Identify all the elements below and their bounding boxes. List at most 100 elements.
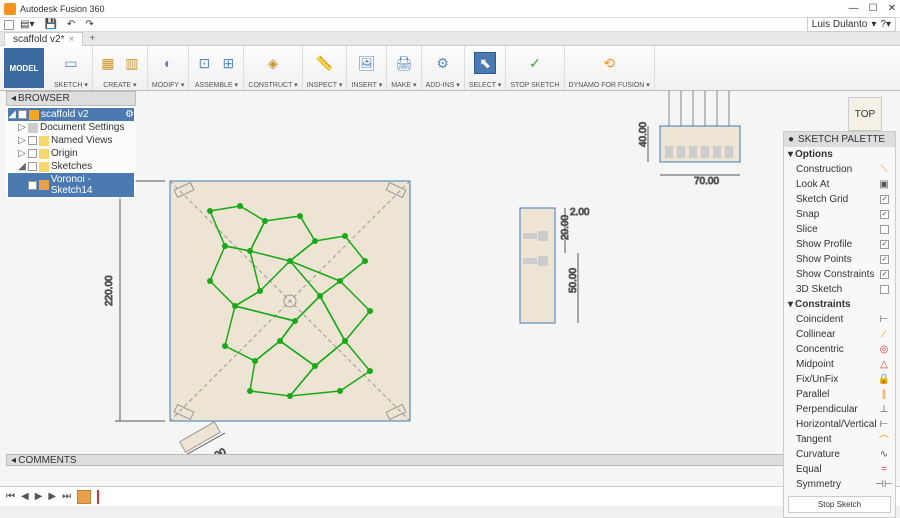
timeline: ⏮ ◀ ▶ ▶ ⏭ ⚙ <box>0 486 900 506</box>
constraint-tangent[interactable]: Tangent⌒ <box>784 432 895 447</box>
ribbon-modify: ◐ MODIFY ▾ <box>148 46 190 90</box>
option-slice[interactable]: Slice <box>784 222 895 237</box>
svg-text:220.00: 220.00 <box>104 275 115 306</box>
ribbon-insert: 🖼 INSERT ▾ <box>347 46 387 90</box>
sketch-icon[interactable]: ▭ <box>60 52 82 74</box>
comments-bar[interactable]: ◂ COMMENTS <box>6 454 894 466</box>
svg-text:50.00: 50.00 <box>568 268 579 293</box>
tree-voronoi-sketch[interactable]: Voronoi - Sketch14 <box>8 173 134 197</box>
constraint-symmetry[interactable]: Symmetry⊣⊢ <box>784 477 895 492</box>
constraint-fix-unfix[interactable]: Fix/UnFix🔒 <box>784 372 895 387</box>
svg-text:20.00: 20.00 <box>560 215 571 240</box>
svg-text:40.00: 40.00 <box>638 122 649 147</box>
timeline-feature-sketch[interactable] <box>77 490 91 504</box>
maximize-button[interactable]: ☐ <box>869 3 878 14</box>
browser-header[interactable]: ◂BROWSER <box>6 91 136 106</box>
ribbon-assemble: ⊡ ⊞ ASSEMBLE ▾ <box>189 46 244 90</box>
ribbon-inspect: 📏 INSPECT ▾ <box>303 46 348 90</box>
constraint-midpoint[interactable]: Midpoint△ <box>784 357 895 372</box>
option-construction[interactable]: Construction⟍ <box>784 162 895 177</box>
svg-text:fx: 5.40: fx: 5.40 <box>662 91 695 92</box>
ribbon-addins: ⚙ ADD-INS ▾ <box>422 46 465 90</box>
document-tabs: scaffold v2* × + <box>0 32 900 46</box>
option-3d-sketch[interactable]: 3D Sketch <box>784 282 895 297</box>
assemble-icon[interactable]: ⊞ <box>217 52 239 74</box>
extrude-icon[interactable]: ▥ <box>121 52 143 74</box>
option-show-points[interactable]: Show Points <box>784 252 895 267</box>
tab-active[interactable]: scaffold v2* × <box>4 32 83 46</box>
ribbon-select: ⬉ SELECT ▾ <box>465 46 507 90</box>
ribbon-sketch: ▭ SKETCH ▾ <box>50 46 93 90</box>
sketch-palette: ●SKETCH PALETTE ▾Options Construction⟍Lo… <box>783 131 896 518</box>
app-icon <box>4 3 16 15</box>
titlebar: Autodesk Fusion 360 — ☐ ✕ <box>0 0 900 18</box>
tree-root[interactable]: ◢scaffold v2⚙ <box>8 108 134 121</box>
plane-icon[interactable]: ◈ <box>262 52 284 74</box>
timeline-play-icon[interactable]: ▶ <box>35 491 43 502</box>
option-show-profile[interactable]: Show Profile <box>784 237 895 252</box>
browser-panel: ◂BROWSER ◢scaffold v2⚙ ▷Document Setting… <box>6 91 136 199</box>
help-icon[interactable]: ?▾ <box>880 19 891 30</box>
timeline-prev-icon[interactable]: ◀ <box>21 491 29 502</box>
palette-constraints-header[interactable]: ▾Constraints <box>784 297 895 312</box>
select-icon[interactable]: ⬉ <box>474 52 496 74</box>
constraint-curvature[interactable]: Curvature∿ <box>784 447 895 462</box>
option-snap[interactable]: Snap <box>784 207 895 222</box>
workspace-selector[interactable]: MODEL <box>4 48 44 88</box>
tree-sketches[interactable]: ◢Sketches <box>8 160 134 173</box>
print-icon[interactable]: 🖨 <box>393 52 415 74</box>
file-menu[interactable]: ▤▾ <box>16 19 38 30</box>
constraint-perpendicular[interactable]: Perpendicular⊥ <box>784 402 895 417</box>
tree-doc-settings[interactable]: ▷Document Settings <box>8 121 134 134</box>
measure-icon[interactable]: 📏 <box>314 52 336 74</box>
tree-origin[interactable]: ▷Origin <box>8 147 134 160</box>
timeline-start-icon[interactable]: ⏮ <box>6 491 15 502</box>
minimize-button[interactable]: — <box>849 3 859 14</box>
user-menu[interactable]: Luis Dulanto▾ ?▾ <box>807 17 896 32</box>
constraint-parallel[interactable]: Parallel∥ <box>784 387 895 402</box>
tab-label: scaffold v2* <box>13 34 65 45</box>
ribbon: MODEL ▭ SKETCH ▾ ▦ ▥ CREATE ▾ ◐ MODIFY ▾… <box>0 46 900 91</box>
redo-icon[interactable]: ↷ <box>81 19 97 30</box>
stop-sketch-icon[interactable]: ✓ <box>524 53 546 75</box>
browser-tree: ◢scaffold v2⚙ ▷Document Settings ▷Named … <box>6 106 136 199</box>
svg-text:fx: 5.80: fx: 5.80 <box>715 91 748 92</box>
tab-close-icon[interactable]: × <box>69 34 75 45</box>
constraint-coincident[interactable]: Coincident⊢ <box>784 312 895 327</box>
workspace: ◂BROWSER ◢scaffold v2⚙ ▷Document Setting… <box>0 91 900 486</box>
save-icon[interactable]: 💾 <box>40 19 60 30</box>
dynamo-icon[interactable]: ⟲ <box>598 52 620 74</box>
constraint-concentric[interactable]: Concentric◎ <box>784 342 895 357</box>
ribbon-construct: ◈ CONSTRUCT ▾ <box>244 46 302 90</box>
grid-icon[interactable] <box>4 20 14 30</box>
timeline-marker[interactable] <box>97 490 99 504</box>
svg-text:2.00: 2.00 <box>570 207 590 218</box>
close-button[interactable]: ✕ <box>888 3 896 14</box>
constraint-collinear[interactable]: Collinear∕ <box>784 327 895 342</box>
option-show-constraints[interactable]: Show Constraints <box>784 267 895 282</box>
timeline-end-icon[interactable]: ⏭ <box>62 491 71 502</box>
option-sketch-grid[interactable]: Sketch Grid <box>784 192 895 207</box>
ribbon-create: ▦ ▥ CREATE ▾ <box>93 46 148 90</box>
tree-named-views[interactable]: ▷Named Views <box>8 134 134 147</box>
constraint-horizontal-vertical[interactable]: Horizontal/Vertical⊢ <box>784 417 895 432</box>
fillet-icon[interactable]: ◐ <box>157 52 179 74</box>
svg-text:70.00: 70.00 <box>694 176 719 187</box>
addins-icon[interactable]: ⚙ <box>432 52 454 74</box>
insert-icon[interactable]: 🖼 <box>356 52 378 74</box>
stop-sketch-button[interactable]: Stop Sketch <box>788 496 891 513</box>
palette-options-header[interactable]: ▾Options <box>784 147 895 162</box>
timeline-next-icon[interactable]: ▶ <box>48 491 56 502</box>
option-look-at[interactable]: Look At▣ <box>784 177 895 192</box>
new-tab-button[interactable]: + <box>83 32 101 45</box>
ribbon-stop-sketch: ✓ STOP SKETCH <box>506 46 564 90</box>
joint-icon[interactable]: ⊡ <box>193 52 215 74</box>
ribbon-make: 🖨 MAKE ▾ <box>387 46 421 90</box>
app-title: Autodesk Fusion 360 <box>20 4 849 14</box>
ribbon-dynamo: ⟲ DYNAMO FOR FUSION ▾ <box>565 46 655 90</box>
palette-header[interactable]: ●SKETCH PALETTE <box>784 132 895 147</box>
constraint-equal[interactable]: Equal= <box>784 462 895 477</box>
undo-icon[interactable]: ↶ <box>63 19 79 30</box>
box-icon[interactable]: ▦ <box>97 52 119 74</box>
user-name: Luis Dulanto <box>812 19 868 30</box>
